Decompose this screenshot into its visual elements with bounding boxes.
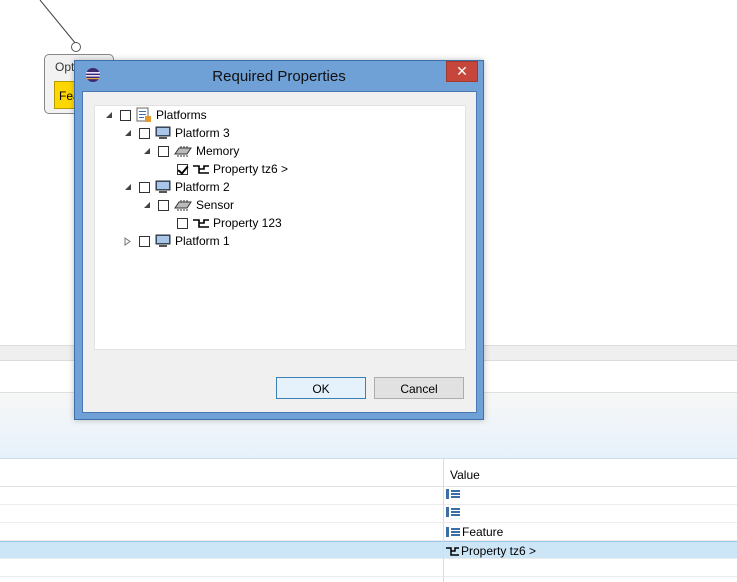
required-properties-dialog: Required Properties ✕ Platforms Platform… [74, 60, 484, 420]
row-value: Property tz6 > [446, 544, 536, 558]
computer-icon [155, 126, 171, 140]
checkbox[interactable] [177, 217, 188, 229]
checkbox-checked[interactable] [177, 163, 188, 175]
platforms-icon [136, 107, 152, 123]
close-button[interactable]: ✕ [446, 61, 478, 82]
checkbox[interactable] [120, 109, 131, 121]
row-value: Feature [446, 525, 503, 539]
expanded-arrow-icon[interactable] [122, 181, 134, 193]
checkbox[interactable] [158, 145, 169, 157]
tree-item-property-tz6[interactable]: Property tz6 > [177, 160, 288, 178]
connector-line [39, 0, 77, 45]
property-icon [446, 546, 459, 556]
list-icon [446, 527, 460, 537]
tree-item-label: Platforms [156, 108, 207, 122]
tree-item-label: Property tz6 > [213, 162, 289, 176]
table-header: Value [0, 459, 737, 487]
tree-item-label: Platform 1 [175, 234, 230, 248]
property-icon [193, 217, 209, 229]
ok-button[interactable]: OK [276, 377, 366, 399]
chip-icon [174, 199, 192, 211]
table-row[interactable]: Feature [0, 523, 737, 541]
collapsed-arrow-icon[interactable] [122, 235, 134, 247]
title-bar[interactable]: Required Properties ✕ [75, 61, 483, 91]
computer-icon [155, 180, 171, 194]
checkbox[interactable] [139, 235, 150, 247]
tree-item-label: Property 123 [213, 216, 282, 230]
tree-item-platform-3[interactable]: Platform 3 [122, 124, 230, 142]
expanded-arrow-icon[interactable] [141, 199, 153, 211]
table-row[interactable] [0, 505, 737, 523]
properties-tree[interactable]: Platforms Platform 3 Memory Property tz6… [94, 105, 466, 350]
checkbox[interactable] [139, 127, 150, 139]
property-icon [193, 163, 209, 175]
chip-icon [174, 145, 192, 157]
table-row[interactable] [0, 559, 737, 577]
checkbox[interactable] [158, 199, 169, 211]
tree-item-platform-1[interactable]: Platform 1 [122, 232, 230, 250]
expanded-arrow-icon[interactable] [141, 145, 153, 157]
list-icon [446, 489, 460, 499]
tree-item-label: Sensor [196, 198, 235, 212]
cancel-button[interactable]: Cancel [374, 377, 464, 399]
dialog-title: Required Properties [212, 68, 346, 85]
table-row[interactable] [0, 487, 737, 505]
checkbox[interactable] [139, 181, 150, 193]
tree-item-label: Platform 3 [175, 126, 230, 140]
list-icon [446, 507, 460, 517]
table-row-selected[interactable]: Property tz6 > [0, 541, 737, 559]
tree-item-label: Memory [196, 144, 240, 158]
connector-anchor[interactable] [71, 42, 81, 52]
tree-item-sensor[interactable]: Sensor [141, 196, 234, 214]
tree-item-platforms[interactable]: Platforms [103, 106, 207, 124]
diagram-node-label: Opt [55, 60, 75, 74]
row-value [446, 507, 462, 517]
properties-table: Value Feature Property tz6 > [0, 459, 737, 582]
tree-item-label: Platform 2 [175, 180, 230, 194]
expanded-arrow-icon[interactable] [103, 109, 115, 121]
tree-item-property-123[interactable]: Property 123 [177, 214, 282, 232]
tree-item-platform-2[interactable]: Platform 2 [122, 178, 230, 196]
row-value [446, 489, 462, 499]
dialog-body: Platforms Platform 3 Memory Property tz6… [82, 91, 477, 413]
computer-icon [155, 234, 171, 248]
tree-item-memory[interactable]: Memory [141, 142, 239, 160]
expanded-arrow-icon[interactable] [122, 127, 134, 139]
column-header-value[interactable]: Value [450, 468, 480, 482]
column-divider[interactable] [443, 459, 444, 582]
